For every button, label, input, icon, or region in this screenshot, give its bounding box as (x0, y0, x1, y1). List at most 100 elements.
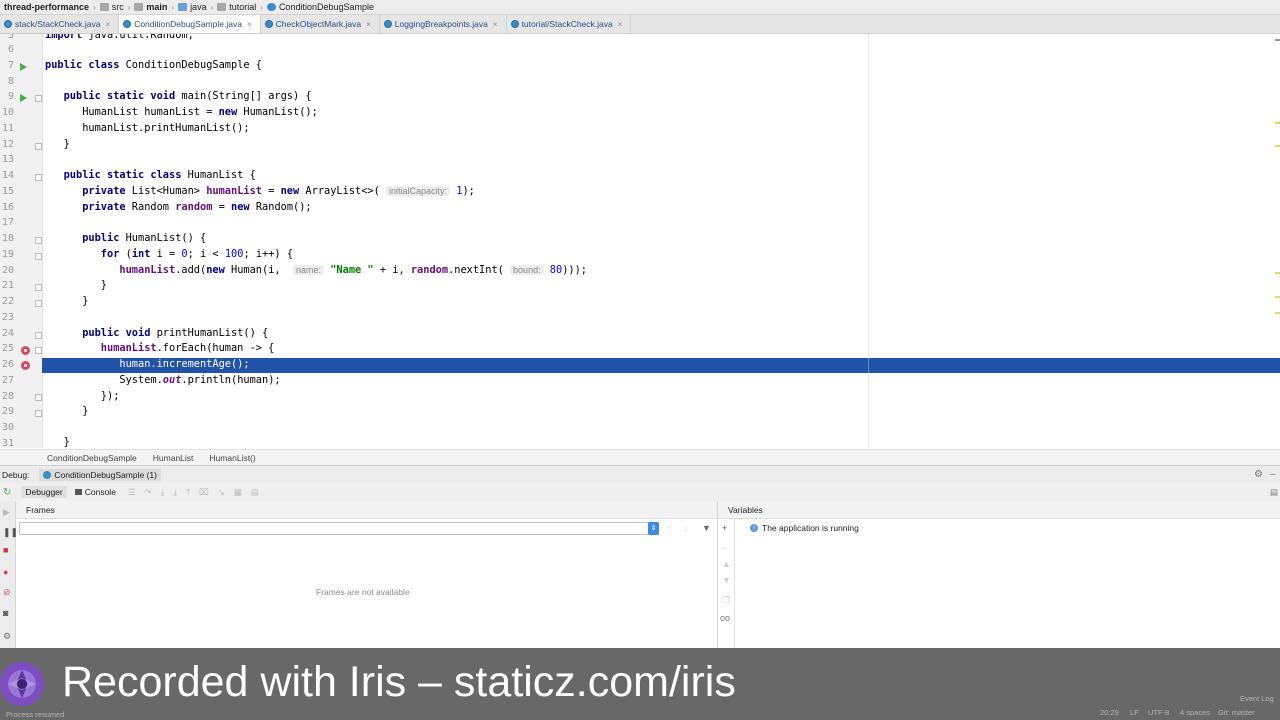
filter-icon[interactable]: ▼ (702, 523, 711, 533)
close-icon[interactable]: × (618, 20, 623, 29)
breakpoint-icon[interactable] (21, 361, 30, 370)
run-main-icon[interactable] (20, 94, 27, 102)
fold-icon[interactable] (35, 284, 42, 291)
code-line: } (45, 405, 89, 417)
code-line: } (45, 138, 70, 150)
arrow-up-icon[interactable]: ↑ (667, 523, 672, 533)
line-number: 6 (7, 44, 14, 55)
crumb-main[interactable]: main › (134, 2, 174, 12)
fold-icon[interactable] (35, 237, 42, 244)
code-line: } (45, 436, 70, 448)
crumb-label: tutorial (229, 2, 257, 12)
breakpoint-icon[interactable] (21, 346, 30, 355)
fold-icon[interactable] (35, 410, 42, 417)
tab-console[interactable]: Console (71, 486, 120, 498)
step-into-icon[interactable]: ⤓ (161, 487, 165, 498)
crumb-class[interactable]: ConditionDebugSample (266, 2, 374, 12)
step-out-icon[interactable]: ⤒ (186, 487, 190, 498)
frames-header-label: Frames (26, 505, 55, 515)
line-number: 12 (1, 139, 14, 150)
status-vcs[interactable]: Git: master (1218, 708, 1255, 717)
status-position[interactable]: 20:29 (1100, 708, 1119, 717)
fold-icon[interactable] (35, 394, 42, 401)
crumb-src[interactable]: src › (99, 2, 130, 12)
close-icon[interactable]: × (247, 20, 252, 29)
line-number: 8 (7, 76, 14, 87)
show-execution-point-icon[interactable]: ☰ (128, 487, 136, 498)
close-icon[interactable]: × (366, 20, 371, 29)
drop-frame-icon[interactable]: ⌧ (199, 487, 209, 498)
force-step-into-icon[interactable]: ⤓ (173, 487, 177, 498)
close-icon[interactable]: × (493, 20, 498, 29)
layout-icon[interactable]: ▤ (1270, 487, 1278, 498)
run-class-icon[interactable] (20, 63, 27, 71)
stop-icon[interactable]: ■ (3, 545, 8, 555)
fold-icon[interactable] (35, 300, 42, 307)
code-editor[interactable]: 5 6 7 8 9 10 11 12 13 14 15 16 17 18 19 … (0, 34, 1280, 448)
restart-icon[interactable]: ↻ (3, 487, 11, 498)
fold-icon[interactable] (35, 332, 42, 339)
tab-condition-debug-sample[interactable]: ConditionDebugSample.java × (119, 15, 261, 33)
editor-breadcrumb: ConditionDebugSample HumanList HumanList… (0, 449, 1280, 465)
fold-icon[interactable] (35, 143, 42, 150)
run-config-icon (43, 470, 52, 479)
watermark-text: Recorded with Iris – staticz.com/iris (62, 658, 736, 706)
arrow-down-icon[interactable]: ▼ (722, 575, 731, 585)
tab-logging-breakpoints[interactable]: LoggingBreakpoints.java × (380, 15, 507, 33)
view-breakpoints-icon[interactable]: ● (3, 567, 8, 577)
glasses-icon[interactable]: oo (720, 613, 730, 623)
line-number: 23 (1, 312, 14, 323)
trace-icon[interactable]: ▤ (251, 487, 259, 498)
tab-debugger[interactable]: Debugger (21, 486, 67, 498)
breadcrumb-item[interactable]: HumanList (153, 453, 194, 463)
breadcrumb-item[interactable]: ConditionDebugSample (47, 453, 137, 463)
java-class-icon (123, 20, 132, 28)
chevron-down-icon[interactable]: ⇕ (648, 522, 659, 535)
arrow-down-icon[interactable]: ↓ (684, 523, 689, 533)
tab-check-object-mark[interactable]: CheckObjectMark.java × (261, 15, 380, 33)
remove-icon[interactable]: − (722, 543, 727, 553)
run-to-cursor-icon[interactable]: ↘ (218, 487, 225, 498)
tab-label: ConditionDebugSample.java (134, 19, 242, 29)
arrow-up-icon[interactable]: ▲ (722, 559, 731, 569)
code-line: } (45, 279, 107, 291)
code-line-selected: human.incrementAge(); (45, 358, 250, 370)
class-icon (266, 3, 276, 11)
gear-icon[interactable]: ⚙ (1254, 469, 1263, 480)
crumb-project[interactable]: thread-performance › (4, 2, 96, 12)
session-tab[interactable]: ConditionDebugSample (1) (39, 468, 161, 481)
evaluate-icon[interactable]: ▦ (234, 487, 242, 498)
resume-icon[interactable]: ▶ (3, 507, 10, 518)
status-encoding[interactable]: UTF-8 (1148, 708, 1169, 717)
status-indent[interactable]: 4 spaces (1180, 708, 1210, 717)
chevron-right-icon: › (260, 2, 263, 12)
fold-icon[interactable] (35, 347, 42, 354)
fold-icon[interactable] (35, 95, 42, 102)
crumb-java[interactable]: java › (178, 2, 213, 12)
close-icon[interactable]: × (106, 20, 111, 29)
mute-breakpoints-icon[interactable]: ⊘ (3, 587, 11, 598)
tab-console-label: Console (84, 487, 116, 497)
thread-selector[interactable] (19, 522, 659, 535)
settings-icon[interactable]: ⚙ (3, 631, 11, 642)
fold-icon[interactable] (35, 174, 42, 181)
step-over-icon[interactable]: ↷ (145, 487, 152, 498)
chevron-right-icon: › (93, 2, 96, 12)
line-number: 14 (1, 170, 14, 181)
status-line-separator[interactable]: LF (1130, 708, 1139, 717)
tab-tutorial-stackcheck[interactable]: tutorial/StackCheck.java × (507, 15, 632, 33)
variables-status: i The application is running (750, 523, 859, 533)
hide-icon[interactable]: – (1270, 469, 1276, 480)
debug-toolbar: ↻ Debugger Console ☰ ↷ ⤓ ⤓ ⤒ ⌧ ↘ ▦ ▤ ▤ (0, 483, 1280, 502)
fold-icon[interactable] (35, 253, 42, 260)
tab-stackcheck[interactable]: stack/StackCheck.java × (0, 15, 120, 33)
event-log-button[interactable]: Event Log (1240, 694, 1274, 703)
line-number: 17 (1, 217, 14, 228)
parameter-hint: bound: (510, 265, 544, 275)
crumb-tutorial[interactable]: tutorial › (217, 2, 263, 12)
camera-icon[interactable]: ◙ (3, 608, 8, 618)
breadcrumb-item[interactable]: HumanList() (209, 453, 255, 463)
add-icon[interactable]: + (722, 523, 727, 533)
copy-icon[interactable]: ❐ (722, 595, 730, 606)
variables-status-label: The application is running (762, 523, 859, 533)
